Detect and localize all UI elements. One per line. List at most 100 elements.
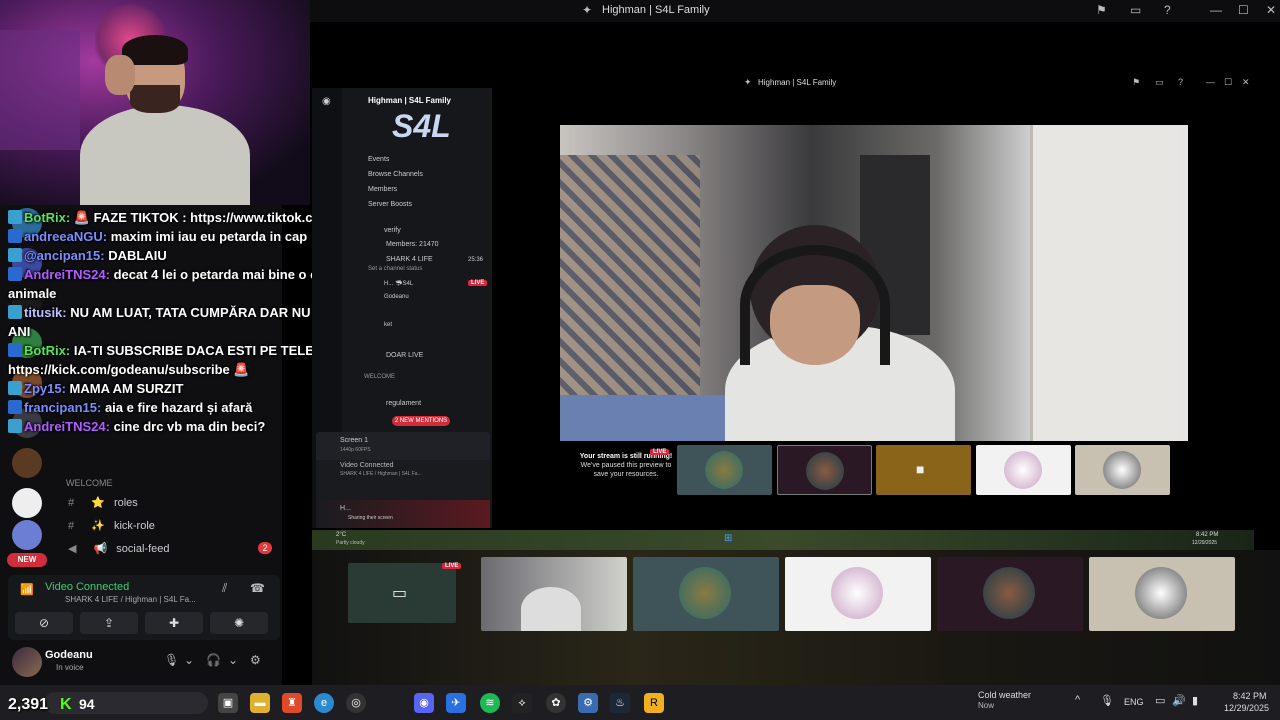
shared-user-panel: H... Sharing their screen <box>316 500 490 528</box>
participant-tile[interactable] <box>1075 445 1170 495</box>
new-badge[interactable]: NEW <box>7 553 47 567</box>
headphones-icon[interactable]: 🎧 <box>206 653 221 667</box>
inbox-flag-icon[interactable]: ⚑ <box>1096 3 1107 17</box>
app-icon[interactable]: ⟡ <box>512 693 532 713</box>
maximize-icon[interactable]: ☐ <box>1224 77 1232 88</box>
channel-kick-role[interactable]: # ✨ kick-role <box>68 519 155 532</box>
channel-social-feed[interactable]: ◀ 📢 social-feed <box>68 542 170 555</box>
language-indicator[interactable]: ENG <box>1124 697 1144 707</box>
inbox-flag-icon[interactable]: ⚑ <box>1132 77 1140 88</box>
chat-username[interactable]: Zpy15: <box>24 381 66 396</box>
soundboard-button[interactable]: ✺ <box>210 612 268 634</box>
chevron-down-icon[interactable]: ⌄ <box>228 653 238 667</box>
menu-members[interactable]: Members <box>368 186 397 193</box>
rockstar-icon[interactable]: R <box>644 693 664 713</box>
discord-icon[interactable]: ◉ <box>414 693 434 713</box>
participant-tile[interactable] <box>677 445 772 495</box>
monitor-icon[interactable]: ▭ <box>1130 3 1141 17</box>
minimize-icon[interactable]: — <box>1206 77 1215 87</box>
channel-status[interactable]: Set a channel status <box>368 266 422 272</box>
share-screen-button[interactable]: ⇪ <box>80 612 138 634</box>
participant-tile[interactable] <box>1089 557 1235 631</box>
server-icon[interactable] <box>12 520 42 550</box>
person-figure <box>521 587 581 631</box>
chat-username[interactable]: francipan15: <box>24 400 101 415</box>
participant-tile[interactable] <box>777 445 872 495</box>
user-panel: Godeanu In voice 🎙 ⌄ 🎧 ⌄ ⚙ <box>8 645 280 681</box>
main-video-stream[interactable] <box>560 125 1188 441</box>
microphone-icon[interactable]: 🎙 <box>1100 694 1114 707</box>
hash-icon: # <box>68 520 75 532</box>
edge-browser-icon[interactable]: e <box>314 693 334 713</box>
participant-tile[interactable]: ■ <box>876 445 971 495</box>
noise-suppression-icon[interactable]: ⫽ <box>222 581 227 596</box>
voice-channel-name[interactable]: SHARK 4 LIFE <box>386 256 433 263</box>
new-mentions-badge[interactable]: 2 NEW MENTIONS <box>392 416 450 426</box>
chat-username[interactable]: BotRix: <box>24 210 70 225</box>
weather-widget-title[interactable]: Cold weather <box>978 690 1031 700</box>
steam-icon[interactable]: ♨ <box>610 693 630 713</box>
monitor-icon[interactable]: ▭ <box>1155 77 1164 88</box>
chat-username[interactable]: andreeaNGU: <box>24 229 107 244</box>
voice-channel-path[interactable]: SHARK 4 LIFE / Highman | S4L Fa... <box>65 595 196 604</box>
chat-username[interactable]: @ancipan15: <box>24 248 105 263</box>
menu-browse-channels[interactable]: Browse Channels <box>368 171 423 178</box>
spotify-icon[interactable]: ≋ <box>480 693 500 713</box>
gear-icon[interactable]: ⚙ <box>250 653 261 667</box>
voice-user[interactable]: H... 🦈S4L <box>384 280 413 287</box>
chat-username[interactable]: titusik: <box>24 305 67 320</box>
screen-share-thumbnail[interactable]: ▭ <box>348 563 456 623</box>
close-icon[interactable]: ✕ <box>1242 77 1250 88</box>
microphone-icon[interactable]: 🎙 <box>164 653 179 667</box>
shared-server-name[interactable]: Highman | S4L Family <box>368 96 451 105</box>
clock-date[interactable]: 12/29/2025 <box>1224 703 1269 713</box>
participant-tile[interactable] <box>976 445 1071 495</box>
category-welcome[interactable]: WELCOME <box>364 374 395 380</box>
disconnect-icon[interactable]: ☎ <box>250 581 265 595</box>
task-view-icon[interactable]: ▣ <box>218 693 238 713</box>
chatgpt-icon[interactable]: ✿ <box>546 693 566 713</box>
channel-label: roles <box>113 497 138 509</box>
settings-icon[interactable]: ⚙ <box>578 693 598 713</box>
voice-user[interactable]: ket <box>384 322 392 328</box>
obs-icon[interactable]: ◎ <box>346 693 366 713</box>
channel-regulament[interactable]: regulament <box>386 400 421 407</box>
file-explorer-icon[interactable]: ▬ <box>250 693 270 713</box>
chat-username[interactable]: AndreiTNS24: <box>24 419 110 434</box>
close-icon[interactable]: ✕ <box>1266 3 1276 17</box>
server-icon[interactable] <box>12 488 42 518</box>
network-icon[interactable]: ▭ <box>1155 694 1165 707</box>
brave-browser-icon[interactable]: ♜ <box>282 693 302 713</box>
participant-tile[interactable] <box>785 557 931 631</box>
chat-username[interactable]: AndreiTNS24: <box>24 267 110 282</box>
help-icon[interactable]: ? <box>1164 3 1171 17</box>
participant-tile[interactable] <box>481 557 627 631</box>
camera-off-button[interactable]: ⊘ <box>15 612 73 634</box>
help-icon[interactable]: ? <box>1178 77 1183 87</box>
category-welcome[interactable]: WELCOME <box>66 478 113 488</box>
menu-server-boosts[interactable]: Server Boosts <box>368 201 412 208</box>
menu-events[interactable]: Events <box>368 156 389 163</box>
channel-verify[interactable]: verify <box>384 227 401 234</box>
channel-doar-live[interactable]: DOAR LIVE <box>386 352 423 359</box>
avatar[interactable] <box>12 647 42 677</box>
voice-user[interactable]: Godeanu <box>384 294 409 300</box>
maximize-icon[interactable]: ☐ <box>1238 3 1249 17</box>
messenger-icon[interactable]: ✈ <box>446 693 466 713</box>
minimize-icon[interactable]: — <box>1210 3 1222 17</box>
user-name[interactable]: Godeanu <box>45 649 93 661</box>
chevron-down-icon[interactable]: ⌄ <box>184 653 194 667</box>
participant-tile[interactable] <box>937 557 1083 631</box>
channel-roles[interactable]: # ⭐ roles <box>68 496 138 509</box>
participant-tile[interactable] <box>633 557 779 631</box>
curtain <box>560 155 700 405</box>
activities-button[interactable]: ✚ <box>145 612 203 634</box>
chat-username[interactable]: BotRix: <box>24 343 70 358</box>
clock-time: 8:42 PM <box>1196 532 1219 538</box>
chevron-up-icon[interactable]: ^ <box>1075 694 1080 706</box>
clock-time[interactable]: 8:42 PM <box>1233 691 1267 701</box>
battery-icon[interactable]: ▮ <box>1192 694 1198 707</box>
server-icon[interactable] <box>12 448 42 478</box>
voice-status-title[interactable]: Video Connected <box>45 581 129 593</box>
volume-icon[interactable]: 🔊 <box>1172 694 1186 707</box>
